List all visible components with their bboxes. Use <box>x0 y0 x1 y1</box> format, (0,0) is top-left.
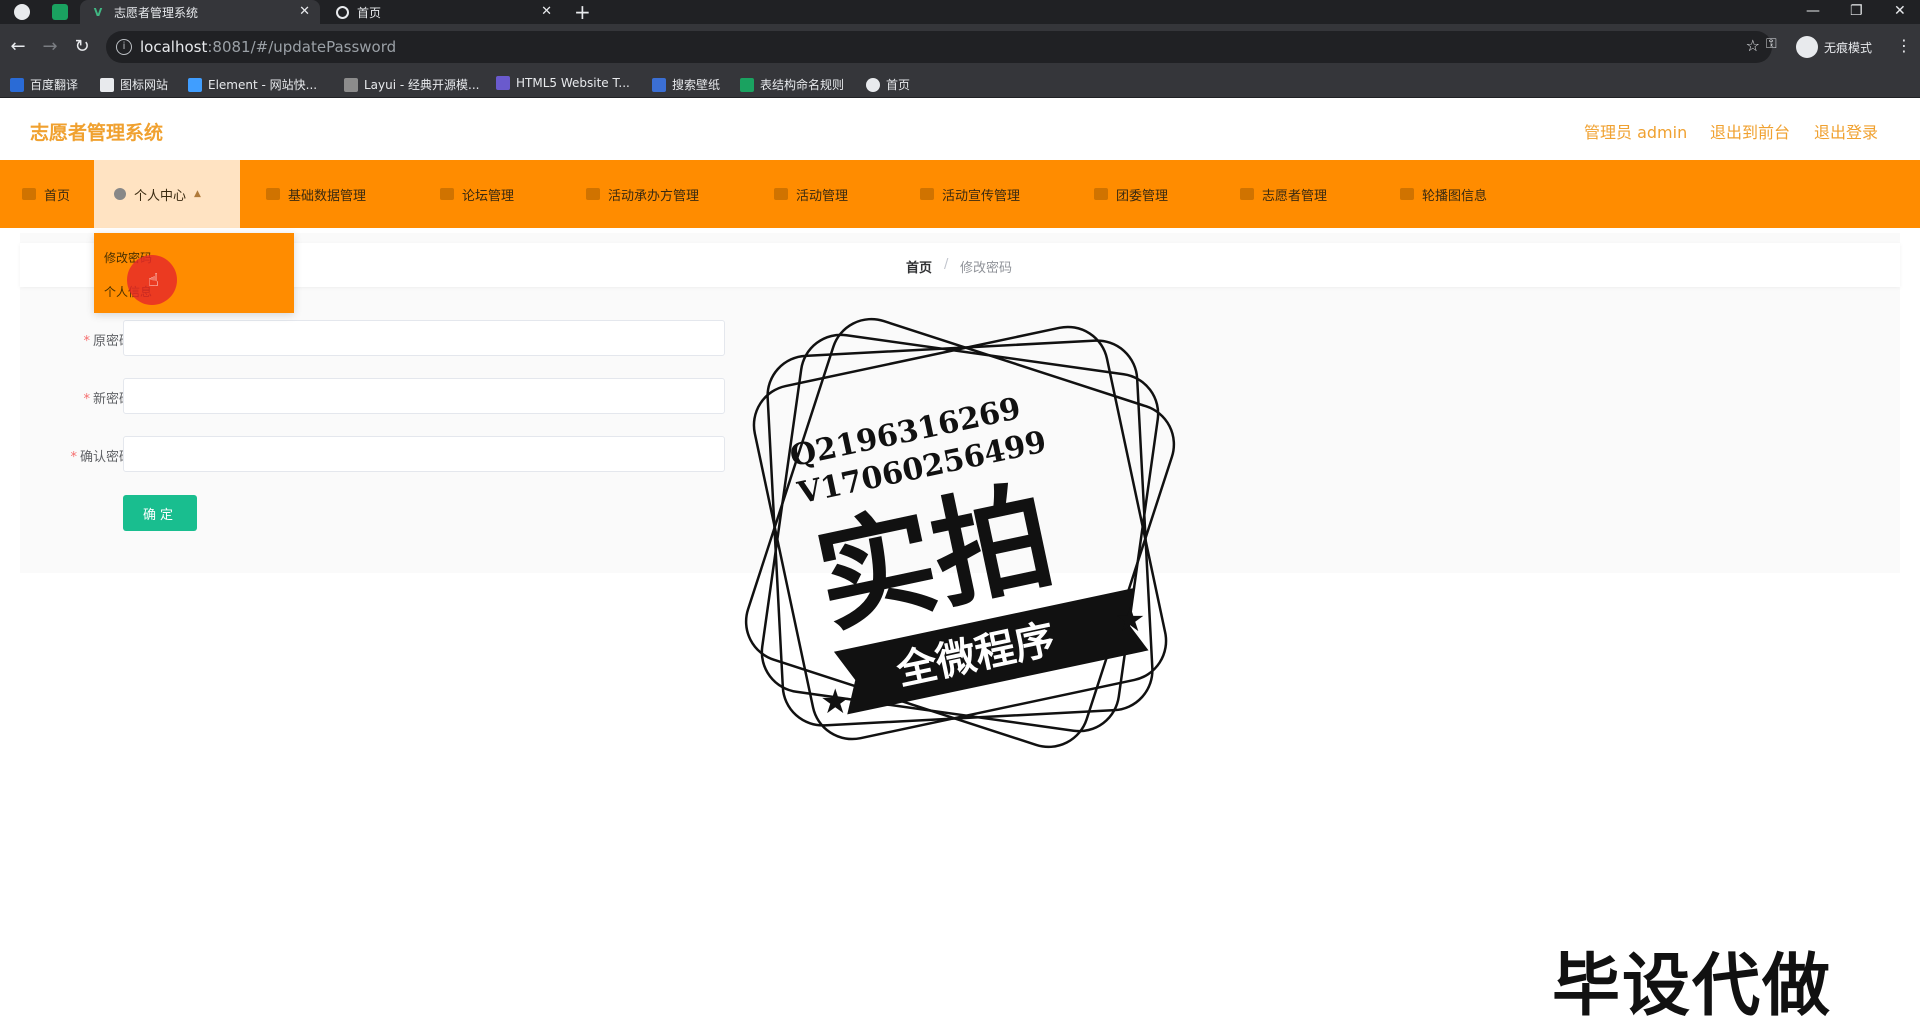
folder-icon <box>266 188 280 200</box>
element-icon <box>188 77 202 92</box>
vue-icon: V <box>93 5 103 19</box>
more-menu-icon[interactable]: ⋮ <box>1896 36 1912 55</box>
globe-icon <box>866 77 880 92</box>
form-row-confirm-password: * 确认密码 <box>20 436 740 472</box>
tab-home[interactable]: 首页 ✕ <box>326 0 562 24</box>
browser-toolbar: ← → ↻ i localhost:8081/#/updatePassword … <box>0 24 1920 70</box>
chrome-menu-icon[interactable] <box>14 4 30 20</box>
organizer-icon <box>586 188 600 200</box>
chevron-up-icon: ▲ <box>194 189 201 199</box>
minimize-button[interactable]: — <box>1806 0 1820 24</box>
confirm-button[interactable]: 确定 <box>123 495 197 531</box>
nav-item-youth-league[interactable]: 团委管理 <box>1094 160 1168 228</box>
nav-item-volunteer[interactable]: 志愿者管理 <box>1240 160 1327 228</box>
bookmark-item[interactable]: 百度翻译 <box>10 76 78 93</box>
breadcrumb-separator: / <box>944 257 949 272</box>
flag-icon <box>100 77 114 92</box>
bookmark-item[interactable]: 表结构命名规则 <box>740 76 844 93</box>
app-header: 志愿者管理系统 管理员 admin 退出到前台 退出登录 <box>0 98 1920 160</box>
megaphone-icon <box>920 188 934 200</box>
nav-item-home[interactable]: 首页 <box>22 160 70 228</box>
bookmark-item[interactable]: Element - 网站快... <box>188 76 317 93</box>
image-icon <box>1400 188 1414 200</box>
volunteer-icon <box>1240 188 1254 200</box>
globe-icon <box>336 5 349 19</box>
close-icon[interactable]: ✕ <box>541 4 552 19</box>
nav-item-basic-data[interactable]: 基础数据管理 <box>266 160 366 228</box>
user-icon <box>114 188 126 200</box>
browser-tab-strip: V 志愿者管理系统 ✕ 首页 ✕ + — ❐ ✕ <box>0 0 1920 24</box>
bookmark-item[interactable]: 首页 <box>866 76 910 93</box>
watermark-stamp: Q2196316269 V17060256499 实拍 全微程序 ★ ★ <box>744 317 1176 749</box>
bookmark-item[interactable]: 图标网站 <box>100 76 168 93</box>
wallpaper-icon <box>652 77 666 92</box>
admin-label: 管理员 admin <box>1584 123 1688 142</box>
form-row-new-password: * 新密码 <box>20 378 740 414</box>
bookmark-star-icon[interactable]: ☆ <box>1746 36 1760 55</box>
layui-icon <box>344 77 358 92</box>
restore-button[interactable]: ❐ <box>1850 0 1863 24</box>
incognito-badge[interactable]: 无痕模式 <box>1796 36 1872 58</box>
info-icon[interactable]: i <box>116 39 132 55</box>
form-row-old-password: * 原密码 <box>20 320 740 356</box>
breadcrumb-home[interactable]: 首页 <box>906 257 932 276</box>
forward-arrow-icon[interactable]: → <box>38 35 62 59</box>
window-close-button[interactable]: ✕ <box>1894 0 1906 24</box>
new-tab-button[interactable]: + <box>574 0 591 24</box>
nav-item-organizer[interactable]: 活动承办方管理 <box>586 160 699 228</box>
sheet-icon <box>740 77 754 92</box>
activity-icon <box>774 188 788 200</box>
old-password-input[interactable] <box>123 320 725 356</box>
new-password-input[interactable] <box>123 378 725 414</box>
forum-icon <box>440 188 454 200</box>
breadcrumb: 首页 / 修改密码 <box>20 243 1900 287</box>
confirm-password-input[interactable] <box>123 436 725 472</box>
nav-item-personal-center[interactable]: 个人中心 ▲ <box>94 160 240 228</box>
url-text[interactable]: localhost:8081/#/updatePassword <box>140 38 396 56</box>
nav-item-promotion[interactable]: 活动宣传管理 <box>920 160 1020 228</box>
breadcrumb-current: 修改密码 <box>960 261 1013 276</box>
reload-icon[interactable]: ↻ <box>70 35 94 59</box>
bookmark-item[interactable]: 搜索壁纸 <box>652 76 720 93</box>
group-icon <box>1094 188 1108 200</box>
bookmarks-bar: 百度翻译 图标网站 Element - 网站快... Layui - 经典开源模… <box>0 70 1920 98</box>
exit-to-front-link[interactable]: 退出到前台 <box>1710 119 1790 143</box>
personal-center-submenu: 修改密码 个人信息 <box>94 233 294 313</box>
home-icon <box>22 188 36 200</box>
nav-item-carousel[interactable]: 轮播图信息 <box>1400 160 1487 228</box>
system-title: 志愿者管理系统 <box>30 122 164 144</box>
star-icon: ★ <box>820 682 850 722</box>
bookmark-item[interactable]: HTML5 Website T... <box>496 76 630 90</box>
key-icon[interactable]: ⚿ <box>1766 36 1777 52</box>
bookmark-item[interactable]: Layui - 经典开源模... <box>344 76 479 93</box>
corner-watermark: 毕设代做 <box>1552 947 1833 1018</box>
nav-item-forum[interactable]: 论坛管理 <box>440 160 514 228</box>
html5-icon <box>496 76 510 90</box>
back-arrow-icon[interactable]: ← <box>6 35 30 59</box>
hand-cursor-icon: ☝ <box>148 270 159 291</box>
tab-volunteer-system[interactable]: V 志愿者管理系统 ✕ <box>80 0 320 24</box>
main-nav: 首页 个人中心 ▲ 基础数据管理 论坛管理 活动承办方管理 活动管理 活动宣传管理… <box>0 160 1920 228</box>
address-bar[interactable]: i localhost:8081/#/updatePassword ☆ <box>106 31 1772 63</box>
translate-icon <box>10 77 24 92</box>
pinned-tab-icon[interactable] <box>52 4 68 20</box>
logout-link[interactable]: 退出登录 <box>1814 119 1878 143</box>
nav-item-activity[interactable]: 活动管理 <box>774 160 848 228</box>
star-icon: ★ <box>1115 600 1145 640</box>
close-icon[interactable]: ✕ <box>299 4 310 19</box>
incognito-icon <box>1796 36 1818 58</box>
